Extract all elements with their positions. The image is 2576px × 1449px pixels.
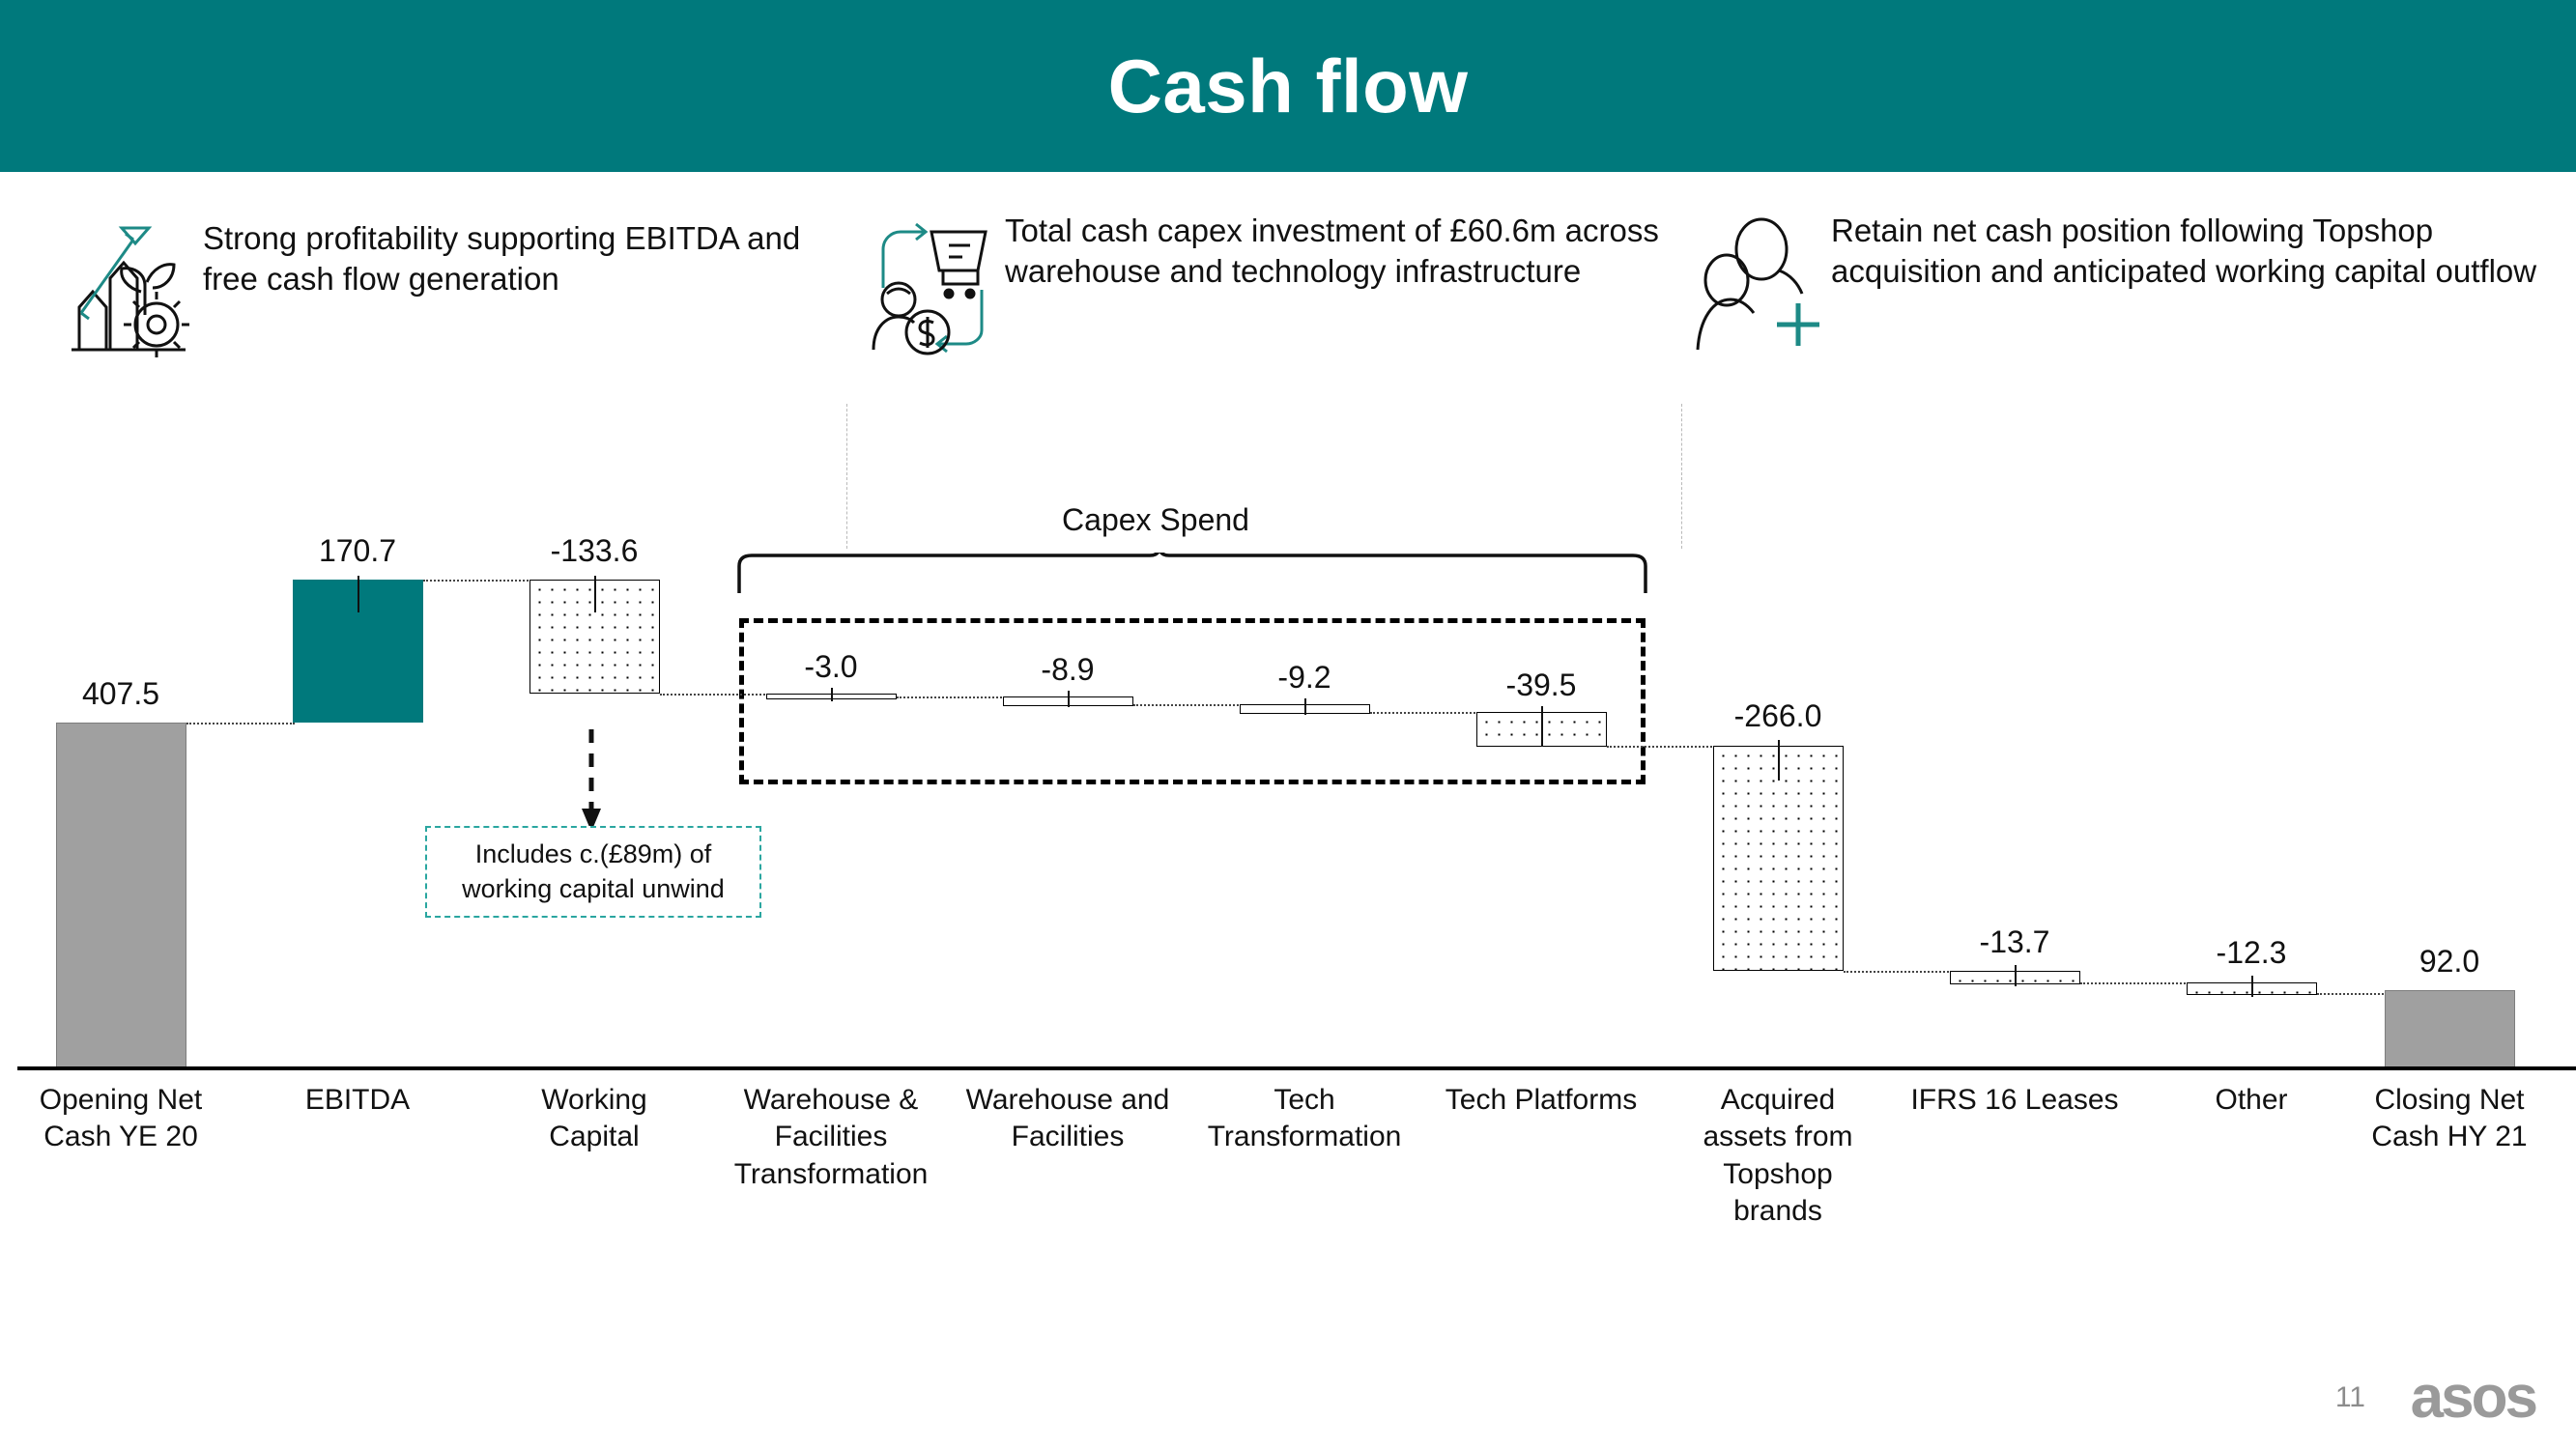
value-tick-warehouse-facilities-transformation [831,688,833,701]
connector-wfac-tech [1133,704,1242,706]
connector-opening-ebitda [186,723,295,724]
connector-acq-ifrs [1844,971,1952,973]
category-label-closing-net-cash: Closing Net Cash HY 21 [2371,1084,2528,1153]
connector-wc-wf [660,694,768,696]
category-label-other: Other [2215,1084,2288,1116]
value-tick-other [2251,976,2253,997]
category-label-acquired-assets-topshop: Acquired assets from Topshop brands [1703,1084,1853,1228]
working-capital-note-arrow [580,729,603,836]
value-label-ifrs-16-leases: -13.7 [1979,924,2050,959]
category-label-ebitda: EBITDA [304,1084,411,1116]
category-label-opening-net-cash: Opening Net Cash YE 20 [39,1084,203,1153]
capex-bracket-icon [736,546,1648,595]
bar-opening-net-cash [56,723,186,1067]
category-label-tech-platforms: Tech Platforms [1445,1084,1638,1116]
value-tick-ifrs-16-leases [2015,965,2017,986]
bar-closing-net-cash [2385,990,2515,1067]
connector-wf-wfac [897,696,1005,698]
category-label-tech-transformation: Tech Transformation [1207,1084,1402,1153]
value-label-tech-transformation: -9.2 [1277,660,1331,695]
asos-logo: asos [2410,1364,2538,1431]
chart-baseline-axis [17,1066,2576,1070]
value-label-closing-net-cash: 92.0 [2419,944,2480,979]
connector-tech-techplat [1370,712,1478,714]
value-tick-acquired-assets-topshop [1778,740,1780,781]
slide: Cash flow Strong profitability supportin… [0,0,2576,1449]
value-label-ebitda: 170.7 [318,533,397,568]
capex-bracket-label: Capex Spend [1062,502,1249,537]
working-capital-note: Includes c.(£89m) of working capital unw… [425,826,761,918]
connector-techplat-acq [1607,746,1715,748]
value-tick-working-capital [594,576,596,612]
value-tick-tech-platforms [1541,706,1543,747]
value-label-other: -12.3 [2216,935,2287,970]
value-tick-tech-transformation [1304,698,1306,715]
value-tick-ebitda [358,576,359,612]
value-label-acquired-assets-topshop: -266.0 [1733,698,1822,733]
page-number: 11 [2334,1381,2365,1413]
category-label-warehouse-and-facilities: Warehouse and Facilities [965,1084,1170,1153]
value-label-warehouse-facilities-transformation: -3.0 [804,649,858,684]
cash-flow-waterfall-chart: Capex Spend 407.5 170.7 -133.6 -3.0 -8.9… [0,0,2576,1449]
category-label-working-capital: Working Capital [541,1084,647,1153]
connector-ebitda-wc [423,580,531,582]
category-label-warehouse-facilities-transformation: Warehouse & Facilities Transformation [733,1084,929,1190]
value-tick-warehouse-and-facilities [1068,691,1070,707]
value-label-working-capital: -133.6 [550,533,639,568]
value-label-opening-net-cash: 407.5 [81,676,160,711]
category-label-ifrs-16-leases: IFRS 16 Leases [1910,1084,2119,1116]
value-label-tech-platforms: -39.5 [1505,668,1577,702]
value-label-warehouse-and-facilities: -8.9 [1041,652,1095,687]
connector-ifrs-other [2080,982,2189,984]
